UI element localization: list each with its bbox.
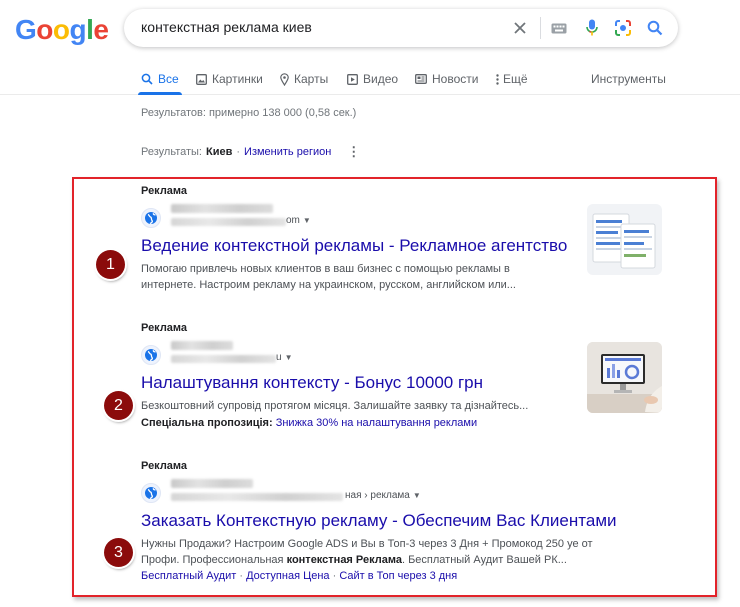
logo-letter: o — [36, 14, 53, 45]
redacted-site-name — [171, 479, 253, 488]
redacted-site-url — [171, 218, 286, 226]
ad-result: Реклама om ▼ Ведение контекстной рекламы … — [141, 185, 601, 293]
ad-thumbnail[interactable] — [587, 204, 662, 275]
search-input[interactable]: контекстная реклама киев — [141, 19, 312, 35]
region-separator: · — [236, 146, 241, 158]
tools-button[interactable]: Инструменты — [591, 64, 666, 94]
redacted-site-url — [171, 355, 276, 363]
number-marker: 3 — [104, 538, 133, 567]
ad-description: Безкоштовний супровід протягом місяця. З… — [141, 400, 529, 412]
more-options-icon[interactable]: ⋮ — [347, 144, 360, 160]
region-city: Киев — [206, 146, 233, 158]
ad-sitelinks: Бесплатный Аудит · Доступная Цена · Сайт… — [141, 570, 458, 582]
ad-label: Реклама — [141, 460, 188, 472]
tab-label: Новости — [432, 72, 479, 86]
ad-source[interactable]: om ▼ — [141, 201, 601, 235]
ad-label: Реклама — [141, 322, 188, 334]
redacted-site-name — [171, 204, 273, 213]
caret-down-icon[interactable]: ▼ — [413, 491, 421, 500]
search-box[interactable]: контекстная реклама киев — [124, 9, 678, 47]
logo-letter: o — [52, 14, 70, 45]
ad-title-link[interactable]: Заказать Контекстную рекламу - Обеспечим… — [141, 510, 617, 532]
search-tabs: Все Картинки Карты Видео Новости Ещё Инс… — [0, 64, 740, 95]
globe-icon — [141, 345, 161, 365]
region-prefix: Результаты: — [141, 146, 202, 158]
google-logo[interactable]: Google — [15, 14, 109, 46]
tab-maps[interactable]: Карты — [280, 64, 328, 94]
ad-description: Нужны Продажи? Настроим Google ADS и Вы … — [141, 538, 593, 566]
tab-news[interactable]: Новости — [415, 64, 478, 94]
news-icon — [415, 74, 427, 84]
caret-down-icon[interactable]: ▼ — [303, 216, 311, 225]
url-tail: u ▼ — [276, 352, 293, 363]
tab-label: Ещё — [503, 72, 528, 86]
redacted-site-url — [171, 493, 343, 501]
redacted-site-name — [171, 341, 233, 350]
ad-title-link[interactable]: Ведение контекстной рекламы - Рекламное … — [141, 235, 601, 257]
ad-result: Реклама ная › реклама ▼ Заказать Контекст… — [141, 460, 617, 584]
ad-promotion: Спеціальна пропозиція: Знижка 30% на нал… — [141, 415, 601, 431]
tab-label: Все — [158, 72, 179, 86]
ad-result: Реклама u ▼ Налаштування контексту - Бону… — [141, 322, 601, 431]
search-divider — [540, 17, 541, 39]
result-stats: Результатов: примерно 138 000 (0,58 сек.… — [141, 107, 357, 119]
clear-icon[interactable] — [510, 9, 530, 47]
ad-source[interactable]: u ▼ — [141, 338, 601, 372]
more-vert-icon — [496, 73, 499, 85]
lens-icon[interactable] — [612, 9, 634, 47]
globe-icon — [141, 208, 161, 228]
search-icon — [141, 73, 153, 85]
number-marker: 1 — [96, 250, 125, 279]
microphone-icon[interactable] — [582, 9, 602, 47]
url-tail: om ▼ — [286, 215, 311, 226]
logo-letter: e — [93, 14, 109, 45]
tab-label: Картинки — [212, 72, 263, 86]
promo-link[interactable]: Знижка 30% на налаштування реклами — [276, 417, 477, 429]
logo-letter: g — [69, 14, 87, 45]
search-icon[interactable] — [644, 9, 666, 47]
url-tail: ная › реклама ▼ — [345, 490, 421, 501]
tab-all[interactable]: Все — [138, 64, 182, 95]
desc-bold-keyword: контекстная Реклама — [286, 554, 402, 566]
tab-video[interactable]: Видео — [347, 64, 398, 94]
sitelink[interactable]: Сайт в Топ через 3 дня — [339, 570, 457, 582]
tab-images[interactable]: Картинки — [196, 64, 263, 94]
logo-letter: G — [15, 14, 37, 45]
promo-label: Спеціальна пропозиція: — [141, 417, 273, 429]
change-region-link[interactable]: Изменить регион — [244, 146, 331, 158]
ad-description: Помогаю привлечь новых клиентов в ваш би… — [141, 263, 516, 291]
keyboard-icon[interactable] — [548, 9, 570, 47]
image-icon — [196, 73, 207, 85]
region-line: Результаты: Киев · Изменить регион ⋮ — [141, 144, 360, 160]
globe-icon — [141, 483, 161, 503]
sitelink[interactable]: Доступная Цена — [246, 570, 329, 582]
tab-more[interactable]: Ещё — [496, 64, 528, 94]
tab-label: Видео — [363, 72, 399, 86]
number-marker: 2 — [104, 391, 133, 420]
ad-label: Реклама — [141, 185, 188, 197]
ad-source[interactable]: ная › реклама ▼ — [141, 476, 611, 510]
caret-down-icon[interactable]: ▼ — [285, 353, 293, 362]
ad-title-link[interactable]: Налаштування контексту - Бонус 10000 грн — [141, 372, 601, 394]
tab-label: Карты — [294, 72, 329, 86]
map-pin-icon — [280, 72, 289, 86]
video-icon — [347, 73, 358, 85]
sitelink[interactable]: Бесплатный Аудит — [141, 570, 236, 582]
ad-thumbnail[interactable] — [587, 342, 662, 413]
